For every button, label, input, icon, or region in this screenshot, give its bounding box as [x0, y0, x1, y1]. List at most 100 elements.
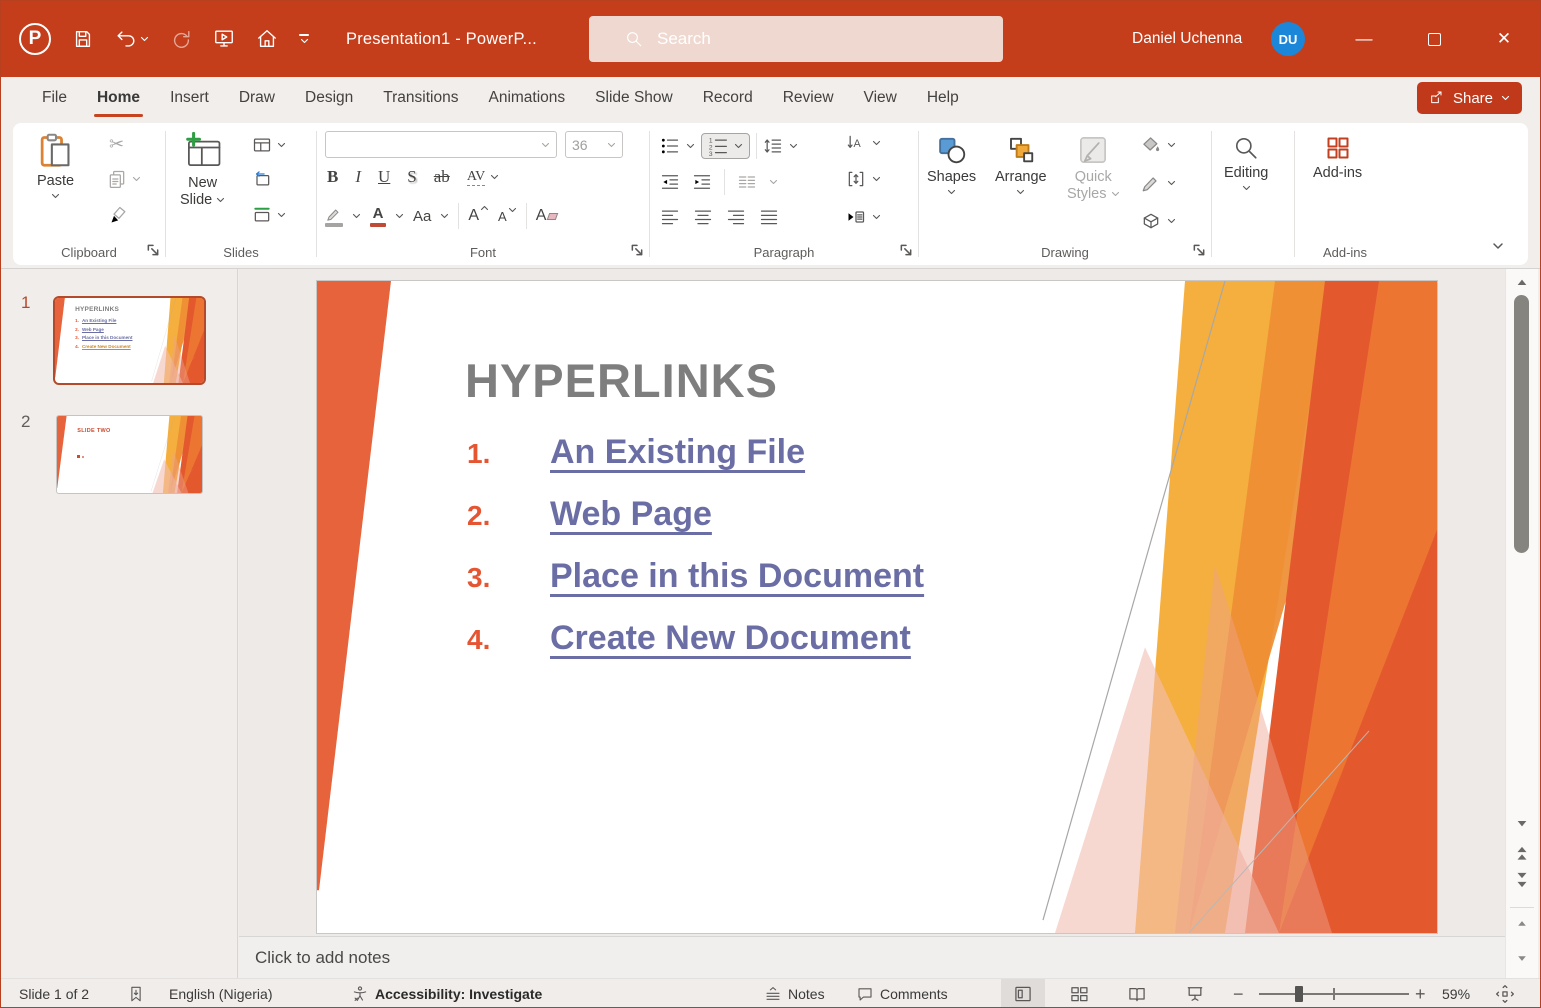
bold-button[interactable]: B [327, 167, 338, 187]
share-button[interactable]: Share [1417, 82, 1522, 114]
change-case-button[interactable]: Aa [413, 208, 431, 225]
decrease-indent-button[interactable] [660, 172, 680, 192]
powerpoint-logo-icon[interactable]: P [19, 23, 51, 55]
shapes-button[interactable]: Shapes [927, 135, 976, 195]
notes-pane[interactable]: Click to add notes [239, 936, 1505, 978]
home-button[interactable] [256, 28, 278, 50]
customize-toolbar-button[interactable] [299, 34, 309, 44]
line-spacing-button[interactable] [763, 136, 783, 156]
columns-button[interactable] [737, 172, 757, 192]
text-shadow-button[interactable]: S [407, 167, 416, 187]
add-ins-button[interactable]: Add-ins [1313, 135, 1362, 181]
slide-list-item[interactable]: 4.Create New Document [467, 619, 911, 658]
clipboard-dialog-launcher[interactable] [146, 241, 160, 259]
scrollbar-thumb[interactable] [1514, 295, 1529, 553]
numbering-dropdown-icon[interactable] [734, 143, 743, 149]
normal-view-button[interactable] [1001, 979, 1045, 1008]
justify-button[interactable] [759, 207, 779, 227]
new-slide-button[interactable]: New Slide [180, 131, 225, 208]
comments-button[interactable]: Comments [856, 979, 948, 1008]
slide-list-item[interactable]: 1.An Existing File [467, 433, 805, 472]
paste-button[interactable]: Paste [37, 131, 74, 199]
accessibility-button[interactable]: Accessibility: Investigate [351, 979, 542, 1008]
highlight-dropdown-icon[interactable] [352, 213, 361, 219]
shape-effects-dropdown-icon[interactable] [1167, 218, 1176, 224]
copy-button[interactable] [107, 169, 127, 189]
increase-indent-button[interactable] [692, 172, 712, 192]
close-button[interactable]: ✕ [1481, 1, 1527, 77]
font-name-combobox[interactable] [325, 131, 557, 158]
tab-slide-show[interactable]: Slide Show [580, 77, 688, 119]
font-color-button[interactable]: A [370, 205, 386, 227]
zoom-out-button[interactable]: − [1233, 979, 1244, 1008]
shape-outline-button[interactable] [1141, 173, 1161, 193]
zoom-slider-thumb[interactable] [1295, 986, 1303, 1002]
strikethrough-button[interactable]: ab [434, 167, 450, 187]
search-input[interactable]: Search [589, 16, 1003, 62]
align-text-button[interactable] [846, 169, 866, 189]
align-text-dropdown-icon[interactable] [872, 176, 881, 182]
bullets-dropdown-icon[interactable] [686, 143, 695, 149]
tab-view[interactable]: View [849, 77, 912, 119]
char-spacing-dropdown-icon[interactable] [490, 174, 499, 180]
font-color-dropdown-icon[interactable] [395, 213, 404, 219]
maximize-button[interactable] [1411, 1, 1457, 77]
character-spacing-button[interactable]: AV [467, 169, 485, 186]
smartart-dropdown-icon[interactable] [872, 214, 881, 220]
arrange-button[interactable]: Arrange [995, 135, 1047, 195]
redo-button[interactable] [170, 28, 192, 50]
paragraph-dialog-launcher[interactable] [899, 241, 913, 259]
tab-file[interactable]: File [27, 77, 82, 119]
editing-button[interactable]: Editing [1224, 135, 1268, 191]
grow-font-button[interactable]: A [468, 207, 489, 225]
notes-toggle-button[interactable]: Notes [764, 979, 825, 1008]
shrink-font-button[interactable]: A [498, 209, 517, 224]
tab-animations[interactable]: Animations [473, 77, 580, 119]
notes-scroll-down-button[interactable] [1506, 951, 1538, 965]
tab-transitions[interactable]: Transitions [368, 77, 473, 119]
tab-insert[interactable]: Insert [155, 77, 224, 119]
previous-slide-button[interactable] [1506, 845, 1538, 863]
text-direction-dropdown-icon[interactable] [872, 140, 881, 146]
italic-button[interactable]: I [355, 167, 361, 187]
layout-dropdown-icon[interactable] [277, 142, 286, 148]
tab-home[interactable]: Home [82, 77, 155, 119]
tab-draw[interactable]: Draw [224, 77, 290, 119]
cut-button[interactable]: ✂ [109, 135, 124, 153]
columns-dropdown-icon[interactable] [769, 179, 778, 185]
tab-design[interactable]: Design [290, 77, 368, 119]
clear-formatting-button[interactable]: A [536, 207, 558, 225]
tab-record[interactable]: Record [688, 77, 768, 119]
slide-canvas[interactable]: HYPERLINKS 1.An Existing File 2.Web Page… [317, 281, 1437, 933]
paste-dropdown-icon[interactable] [51, 193, 60, 199]
slide-sorter-view-button[interactable] [1057, 979, 1101, 1008]
slide-list-item[interactable]: 2.Web Page [467, 495, 712, 534]
underline-button[interactable]: U [378, 167, 390, 187]
minimize-button[interactable]: — [1341, 1, 1387, 77]
highlight-color-button[interactable] [325, 206, 343, 227]
undo-button[interactable] [115, 28, 149, 50]
numbering-button[interactable] [701, 133, 750, 159]
zoom-level[interactable]: 59% [1442, 979, 1470, 1008]
text-direction-button[interactable] [846, 133, 866, 153]
start-slideshow-button[interactable] [213, 28, 235, 50]
language-button[interactable]: English (Nigeria) [169, 979, 272, 1008]
slide-title[interactable]: HYPERLINKS [465, 353, 778, 408]
slide-show-button[interactable] [1173, 979, 1217, 1008]
line-spacing-dropdown-icon[interactable] [789, 143, 798, 149]
vertical-scrollbar[interactable] [1505, 269, 1538, 978]
collapse-ribbon-button[interactable] [1492, 237, 1504, 255]
scroll-up-button[interactable] [1506, 275, 1538, 291]
section-dropdown-icon[interactable] [277, 212, 286, 218]
drawing-dialog-launcher[interactable] [1192, 241, 1206, 259]
shape-fill-dropdown-icon[interactable] [1167, 142, 1176, 148]
shape-effects-button[interactable] [1141, 211, 1161, 231]
slide-layout-button[interactable] [252, 135, 272, 155]
shape-outline-dropdown-icon[interactable] [1167, 180, 1176, 186]
copy-dropdown-icon[interactable] [132, 176, 141, 182]
fit-slide-to-window-button[interactable] [1485, 979, 1525, 1008]
slide-list-item[interactable]: 3.Place in this Document [467, 557, 924, 596]
tab-help[interactable]: Help [912, 77, 974, 119]
align-left-button[interactable] [660, 207, 680, 227]
hyperlink-place-in-document[interactable]: Place in this Document [550, 557, 924, 596]
